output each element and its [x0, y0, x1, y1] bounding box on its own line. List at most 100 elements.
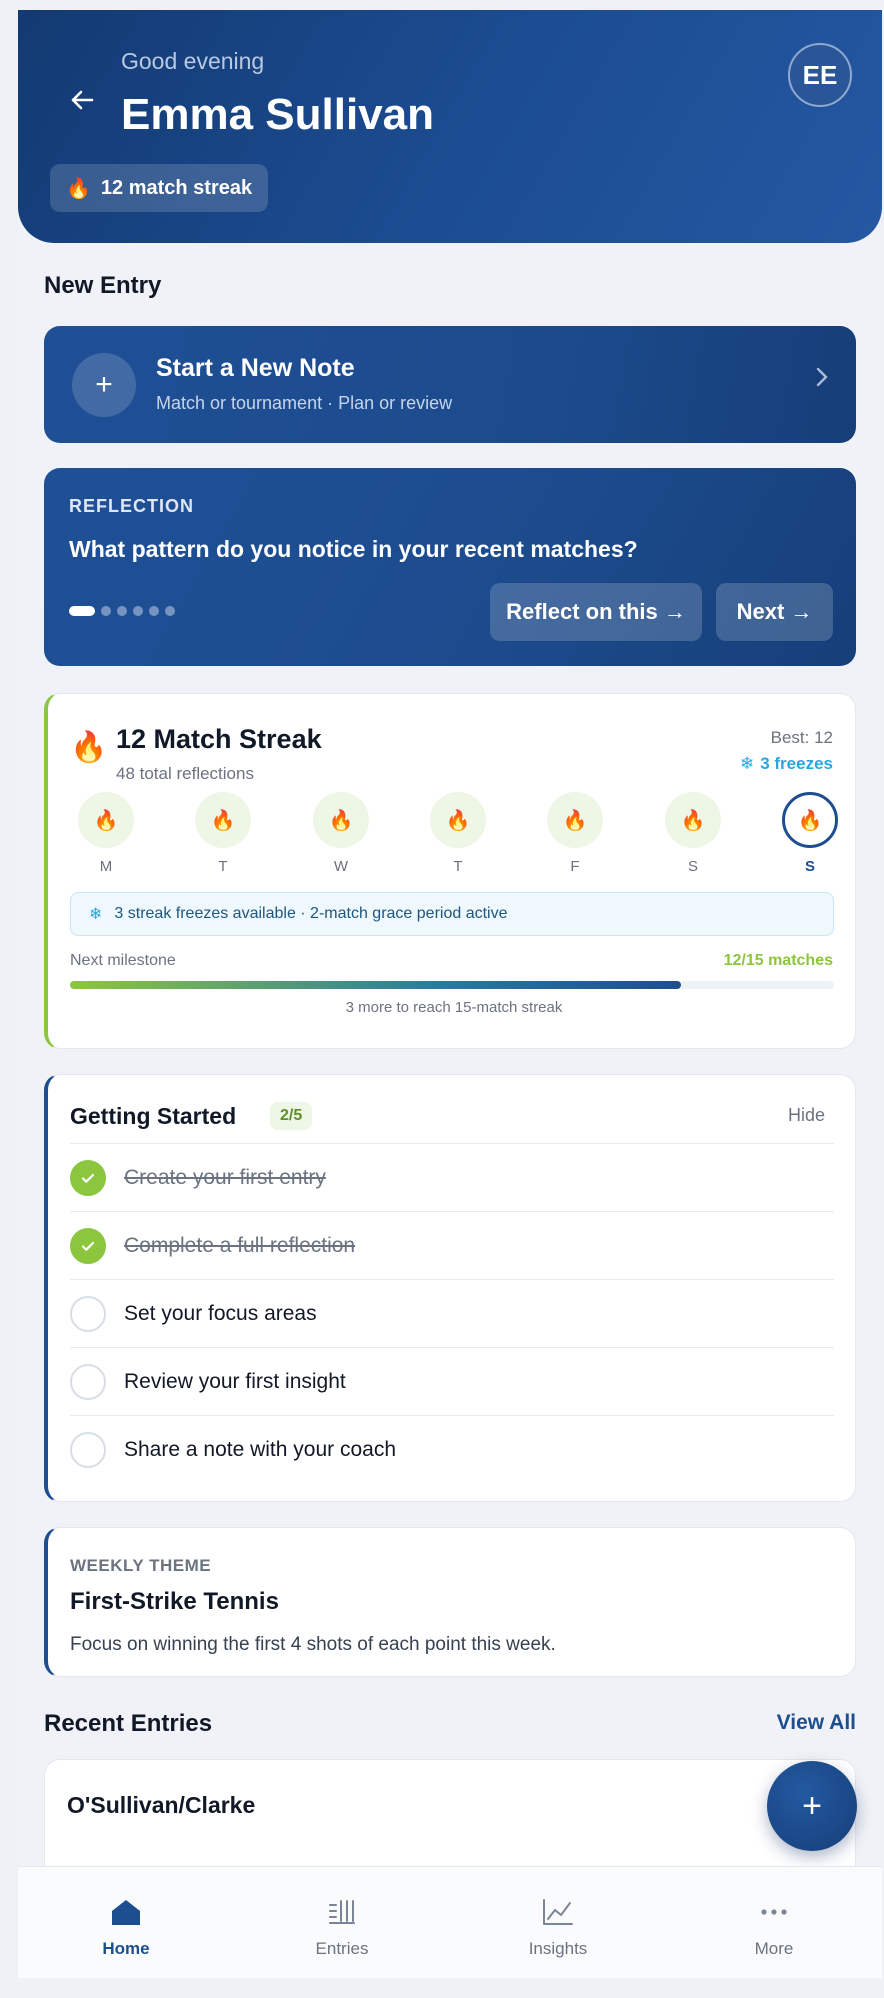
- checkmark-icon[interactable]: [70, 1227, 106, 1264]
- day-label: T: [453, 858, 463, 875]
- checklist-item-label: Set your focus areas: [124, 1301, 317, 1325]
- checklist-item[interactable]: Review your first insight: [70, 1347, 834, 1415]
- nav-label: Entries: [315, 1939, 369, 1958]
- insights-icon: [541, 1895, 575, 1929]
- fire-icon: 🔥: [313, 792, 369, 848]
- nav-item-home[interactable]: Home: [18, 1867, 234, 1978]
- more-icon: [757, 1895, 791, 1929]
- fire-icon: 🔥: [195, 792, 251, 848]
- reflection-label: REFLECTION: [69, 496, 194, 516]
- day-indicator: 🔥 M: [78, 792, 134, 875]
- fire-icon: 🔥: [782, 792, 838, 848]
- fire-icon: 🔥: [70, 731, 108, 764]
- reflection-card: REFLECTION What pattern do you notice in…: [44, 468, 856, 666]
- day-indicator: 🔥 T: [430, 792, 486, 875]
- milestone-count: 12/15 matches: [723, 952, 833, 969]
- checklist-item[interactable]: Share a note with your coach: [70, 1415, 834, 1483]
- day-indicator: 🔥 W: [313, 792, 369, 875]
- fire-icon: 🔥: [547, 792, 603, 848]
- streak-pill-label: 12 match streak: [100, 176, 253, 199]
- entry-title: O'Sullivan/Clarke: [67, 1792, 256, 1818]
- app-screen: Good evening Emma Sullivan EE 🔥 12 match…: [18, 10, 882, 1978]
- pagination-dot[interactable]: [149, 606, 159, 616]
- checklist-item[interactable]: Set your focus areas: [70, 1279, 834, 1347]
- checklist-item[interactable]: Complete a full reflection: [70, 1211, 834, 1279]
- empty-checkbox-icon[interactable]: [70, 1431, 106, 1468]
- next-button[interactable]: Next →: [716, 583, 833, 641]
- fire-icon: 🔥: [78, 792, 134, 848]
- checklist-item-label: Complete a full reflection: [124, 1233, 356, 1257]
- plus-icon: +: [72, 353, 136, 417]
- hide-button[interactable]: Hide: [788, 1105, 825, 1126]
- snowflake-icon: ❄: [739, 754, 755, 773]
- milestone-progress-bar: [70, 981, 834, 989]
- view-all-link[interactable]: View All: [777, 1711, 856, 1735]
- header: Good evening Emma Sullivan EE 🔥 12 match…: [18, 10, 882, 243]
- pagination-dot[interactable]: [69, 606, 95, 616]
- reflection-question: What pattern do you notice in your recen…: [69, 536, 638, 562]
- milestone-progress-fill: [70, 981, 682, 989]
- nav-label: Home: [102, 1939, 150, 1958]
- getting-started-title: Getting Started: [70, 1103, 237, 1129]
- checklist-item-label: Create your first entry: [124, 1165, 326, 1189]
- week-days: 🔥 M 🔥 T 🔥 W 🔥 T 🔥 F 🔥 S 🔥 S: [78, 792, 838, 876]
- freezes-count[interactable]: ❄ 3 freezes: [740, 754, 833, 774]
- day-label: S: [804, 858, 815, 875]
- streak-subtitle: 48 total reflections: [116, 764, 254, 783]
- best-streak: Best: 12: [770, 728, 833, 747]
- milestone-label: Next milestone: [70, 952, 176, 969]
- day-label: W: [333, 858, 349, 875]
- nav-item-entries[interactable]: Entries: [234, 1867, 450, 1978]
- entries-icon: [325, 1895, 359, 1929]
- checklist-item[interactable]: Create your first entry: [70, 1143, 834, 1211]
- home-icon: [109, 1895, 143, 1929]
- freeze-note: ❄ 3 streak freezes available · 2-match g…: [70, 892, 834, 936]
- new-note-title: Start a New Note: [156, 354, 355, 382]
- pagination-dots[interactable]: [69, 606, 175, 616]
- new-note-card[interactable]: + Start a New Note Match or tournament ·…: [44, 326, 856, 443]
- streak-card: 🔥 12 Match Streak 48 total reflections B…: [44, 693, 856, 1049]
- freeze-note-text: 3 streak freezes available · 2-match gra…: [114, 905, 508, 922]
- nav-item-more[interactable]: More: [666, 1867, 882, 1978]
- freezes-label: 3 freezes: [760, 754, 833, 773]
- day-label: S: [687, 858, 698, 875]
- weekly-theme-title: First-Strike Tennis: [70, 1588, 279, 1615]
- bottom-nav: Home Entries Insights More: [18, 1866, 882, 1978]
- plus-icon: +: [802, 1786, 822, 1825]
- checklist-item-label: Share a note with your coach: [124, 1437, 396, 1461]
- greeting: Good evening: [121, 48, 265, 74]
- nav-label: Insights: [528, 1939, 588, 1958]
- getting-started-card: Getting Started 2/5 Hide Create your fir…: [44, 1074, 856, 1502]
- weekly-theme-description: Focus on winning the first 4 shots of ea…: [70, 1634, 556, 1655]
- fire-icon: 🔥: [665, 792, 721, 848]
- streak-pill[interactable]: 🔥 12 match streak: [50, 164, 269, 212]
- empty-checkbox-icon[interactable]: [70, 1363, 106, 1400]
- recent-entries-title: Recent Entries: [44, 1710, 213, 1737]
- streak-title: 12 Match Streak: [116, 724, 322, 754]
- pagination-dot[interactable]: [101, 606, 111, 616]
- day-indicator: 🔥 F: [547, 792, 603, 875]
- checklist-item-label: Review your first insight: [124, 1369, 346, 1393]
- pagination-dot[interactable]: [133, 606, 143, 616]
- nav-label: More: [754, 1939, 794, 1958]
- chevron-right-icon: [814, 364, 830, 397]
- nav-item-insights[interactable]: Insights: [450, 1867, 666, 1978]
- milestone-hint: 3 more to reach 15-match streak: [345, 999, 563, 1016]
- day-label: M: [99, 858, 113, 875]
- snowflake-icon: ❄: [89, 906, 103, 923]
- avatar[interactable]: EE: [788, 43, 852, 107]
- day-indicator: 🔥 T: [195, 792, 251, 875]
- add-entry-button[interactable]: +: [767, 1761, 857, 1851]
- pagination-dot[interactable]: [165, 606, 175, 616]
- user-name: Emma Sullivan: [121, 90, 435, 139]
- reflect-button[interactable]: Reflect on this →: [490, 583, 702, 641]
- checkmark-icon[interactable]: [70, 1159, 106, 1196]
- weekly-theme-label: WEEKLY THEME: [70, 1556, 212, 1575]
- pagination-dot[interactable]: [117, 606, 127, 616]
- day-indicator: 🔥 S: [665, 792, 721, 875]
- back-arrow-icon[interactable]: [62, 80, 102, 120]
- empty-checkbox-icon[interactable]: [70, 1295, 106, 1332]
- weekly-theme-card[interactable]: WEEKLY THEME First-Strike Tennis Focus o…: [44, 1527, 856, 1677]
- new-entry-section-title: New Entry: [44, 272, 162, 299]
- fire-icon: 🔥: [66, 177, 91, 200]
